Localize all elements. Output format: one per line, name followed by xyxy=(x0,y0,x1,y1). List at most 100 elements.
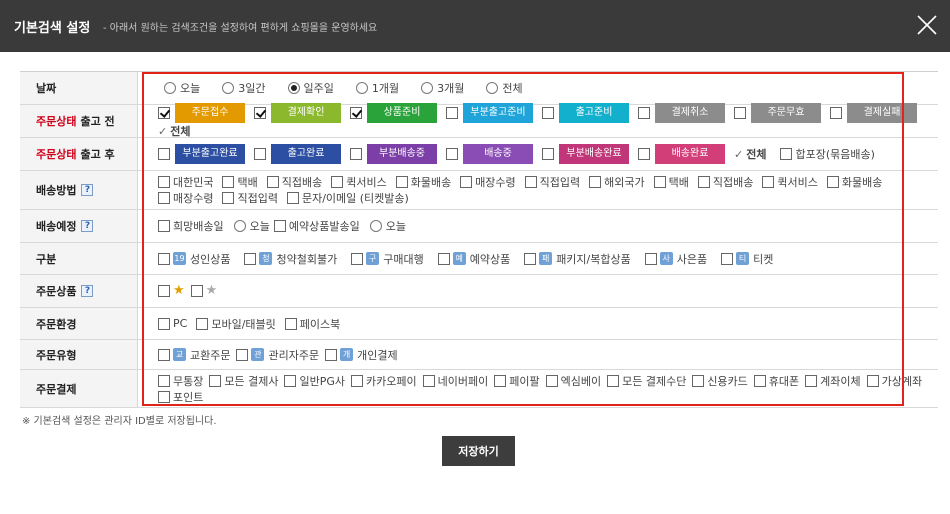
checkbox[interactable] xyxy=(158,107,170,119)
help-icon[interactable]: ? xyxy=(81,285,94,297)
checkbox[interactable] xyxy=(866,374,879,387)
checkbox[interactable] xyxy=(494,374,507,387)
shipping-method-option[interactable]: 매장수령 xyxy=(460,174,516,190)
status-option[interactable]: 부분배송완료 xyxy=(542,144,629,164)
checkbox[interactable] xyxy=(638,107,650,119)
checkbox[interactable] xyxy=(524,176,537,188)
checkbox[interactable] xyxy=(158,317,170,330)
help-icon[interactable]: ? xyxy=(81,184,94,196)
checkbox[interactable] xyxy=(273,220,286,232)
shipping-schedule-option[interactable]: 오늘 xyxy=(233,218,270,234)
order-type-option[interactable]: 개 개인결제 xyxy=(325,347,398,363)
checkbox[interactable] xyxy=(158,374,170,387)
checkbox[interactable] xyxy=(446,107,458,119)
status-option[interactable]: 출고준비 xyxy=(542,103,629,123)
payment-option[interactable]: 엑심베이 xyxy=(545,373,601,389)
status-option[interactable]: 부분배송중 xyxy=(350,144,437,164)
checkbox[interactable] xyxy=(158,220,170,232)
checkbox[interactable] xyxy=(545,374,558,387)
checkbox[interactable] xyxy=(190,285,203,297)
status-option[interactable]: 출고완료 xyxy=(254,144,341,164)
shipping-method-option[interactable]: 택배 xyxy=(222,174,258,190)
checkbox[interactable] xyxy=(830,107,842,119)
checkbox[interactable] xyxy=(826,176,839,188)
checkbox[interactable] xyxy=(351,374,364,387)
radio-button[interactable] xyxy=(164,82,176,94)
status-option[interactable]: 부분출고완료 xyxy=(158,144,245,164)
shipping-method-option[interactable]: 직접입력 xyxy=(524,174,580,190)
status-option[interactable]: 배송중 xyxy=(446,144,533,164)
payment-option[interactable]: 모든 결제사 xyxy=(209,373,278,389)
payment-option[interactable]: 무통장 xyxy=(158,373,203,389)
checkbox[interactable] xyxy=(266,176,279,188)
checkbox[interactable] xyxy=(780,148,793,160)
status-option[interactable]: 결제실패 xyxy=(830,103,917,123)
combined-shipping-option[interactable]: 합포장(묶음배송) xyxy=(780,146,875,162)
checkbox[interactable] xyxy=(325,348,338,361)
payment-option[interactable]: 계좌이체 xyxy=(805,373,861,389)
checkbox[interactable] xyxy=(350,107,362,119)
status-option[interactable]: 주문접수 xyxy=(158,103,245,123)
checkbox[interactable] xyxy=(286,192,299,204)
checkbox[interactable] xyxy=(542,148,554,160)
checkbox[interactable] xyxy=(158,252,170,265)
payment-option[interactable]: 일반PG사 xyxy=(284,373,345,389)
order-product-option[interactable]: ★ xyxy=(158,284,185,297)
checkbox[interactable] xyxy=(254,107,266,119)
checkbox[interactable] xyxy=(446,148,458,160)
category-option[interactable]: 19 성인상품 xyxy=(158,251,230,267)
checkbox[interactable] xyxy=(158,348,170,361)
category-option[interactable]: 청 청약철회불가 xyxy=(244,251,337,267)
order-product-option[interactable]: ★ xyxy=(190,284,217,297)
checkbox[interactable] xyxy=(222,176,235,188)
checkbox[interactable] xyxy=(331,176,344,188)
checkbox[interactable] xyxy=(542,107,554,119)
status-option[interactable]: 결제취소 xyxy=(638,103,725,123)
date-option[interactable]: 일주일 xyxy=(287,80,334,96)
date-option[interactable]: 전체 xyxy=(486,80,523,96)
order-type-option[interactable]: 교 교환주문 xyxy=(158,347,230,363)
checkbox[interactable] xyxy=(422,374,435,387)
checkbox[interactable] xyxy=(721,252,734,265)
shipping-schedule-option[interactable]: 예약상품발송일 xyxy=(273,218,360,234)
payment-option[interactable]: 포인트 xyxy=(158,389,203,405)
radio-button[interactable] xyxy=(421,82,434,94)
checkbox[interactable] xyxy=(236,348,249,361)
shipping-method-option[interactable]: 택배 xyxy=(653,174,689,190)
category-option[interactable]: 패 패키지/복합상품 xyxy=(524,251,631,267)
checkbox[interactable] xyxy=(653,176,666,188)
shipping-method-option[interactable]: 직접배송 xyxy=(697,174,753,190)
save-button[interactable]: 저장하기 xyxy=(442,436,515,466)
date-option[interactable]: 3일간 xyxy=(222,80,266,96)
checkbox[interactable] xyxy=(805,374,818,387)
shipping-schedule-option[interactable]: 희망배송일 xyxy=(158,218,224,234)
shipping-method-option[interactable]: 퀵서비스 xyxy=(331,174,387,190)
payment-option[interactable]: 페이팔 xyxy=(494,373,540,389)
checkbox[interactable] xyxy=(244,252,257,265)
close-icon[interactable] xyxy=(916,14,938,36)
order-env-option[interactable]: PC xyxy=(158,317,187,330)
checkbox[interactable] xyxy=(284,317,297,330)
payment-option[interactable]: 카카오페이 xyxy=(351,373,417,389)
order-env-option[interactable]: 모바일/태블릿 xyxy=(196,316,276,332)
category-option[interactable]: 구 구매대행 xyxy=(351,251,424,267)
checkbox[interactable] xyxy=(460,176,473,188)
radio-button[interactable] xyxy=(486,82,499,94)
checkbox[interactable] xyxy=(284,374,297,387)
checkbox[interactable] xyxy=(734,107,746,119)
date-option[interactable]: 1개월 xyxy=(355,80,399,96)
checkbox[interactable] xyxy=(158,176,170,188)
status-option[interactable]: 결제확인 xyxy=(254,103,341,123)
category-option[interactable]: 예 예약상품 xyxy=(437,251,510,267)
shipping-method-option[interactable]: 직접입력 xyxy=(222,190,278,206)
radio-button[interactable] xyxy=(222,82,235,94)
checkbox[interactable] xyxy=(697,176,710,188)
checkbox[interactable] xyxy=(762,176,775,188)
category-option[interactable]: 사 사은품 xyxy=(644,251,707,267)
checkbox[interactable] xyxy=(158,192,170,204)
checkbox[interactable] xyxy=(589,176,602,188)
help-icon[interactable]: ? xyxy=(81,220,94,232)
checkbox[interactable] xyxy=(158,148,170,160)
order-env-option[interactable]: 페이스북 xyxy=(284,316,340,332)
shipping-method-option[interactable]: 직접배송 xyxy=(266,174,322,190)
